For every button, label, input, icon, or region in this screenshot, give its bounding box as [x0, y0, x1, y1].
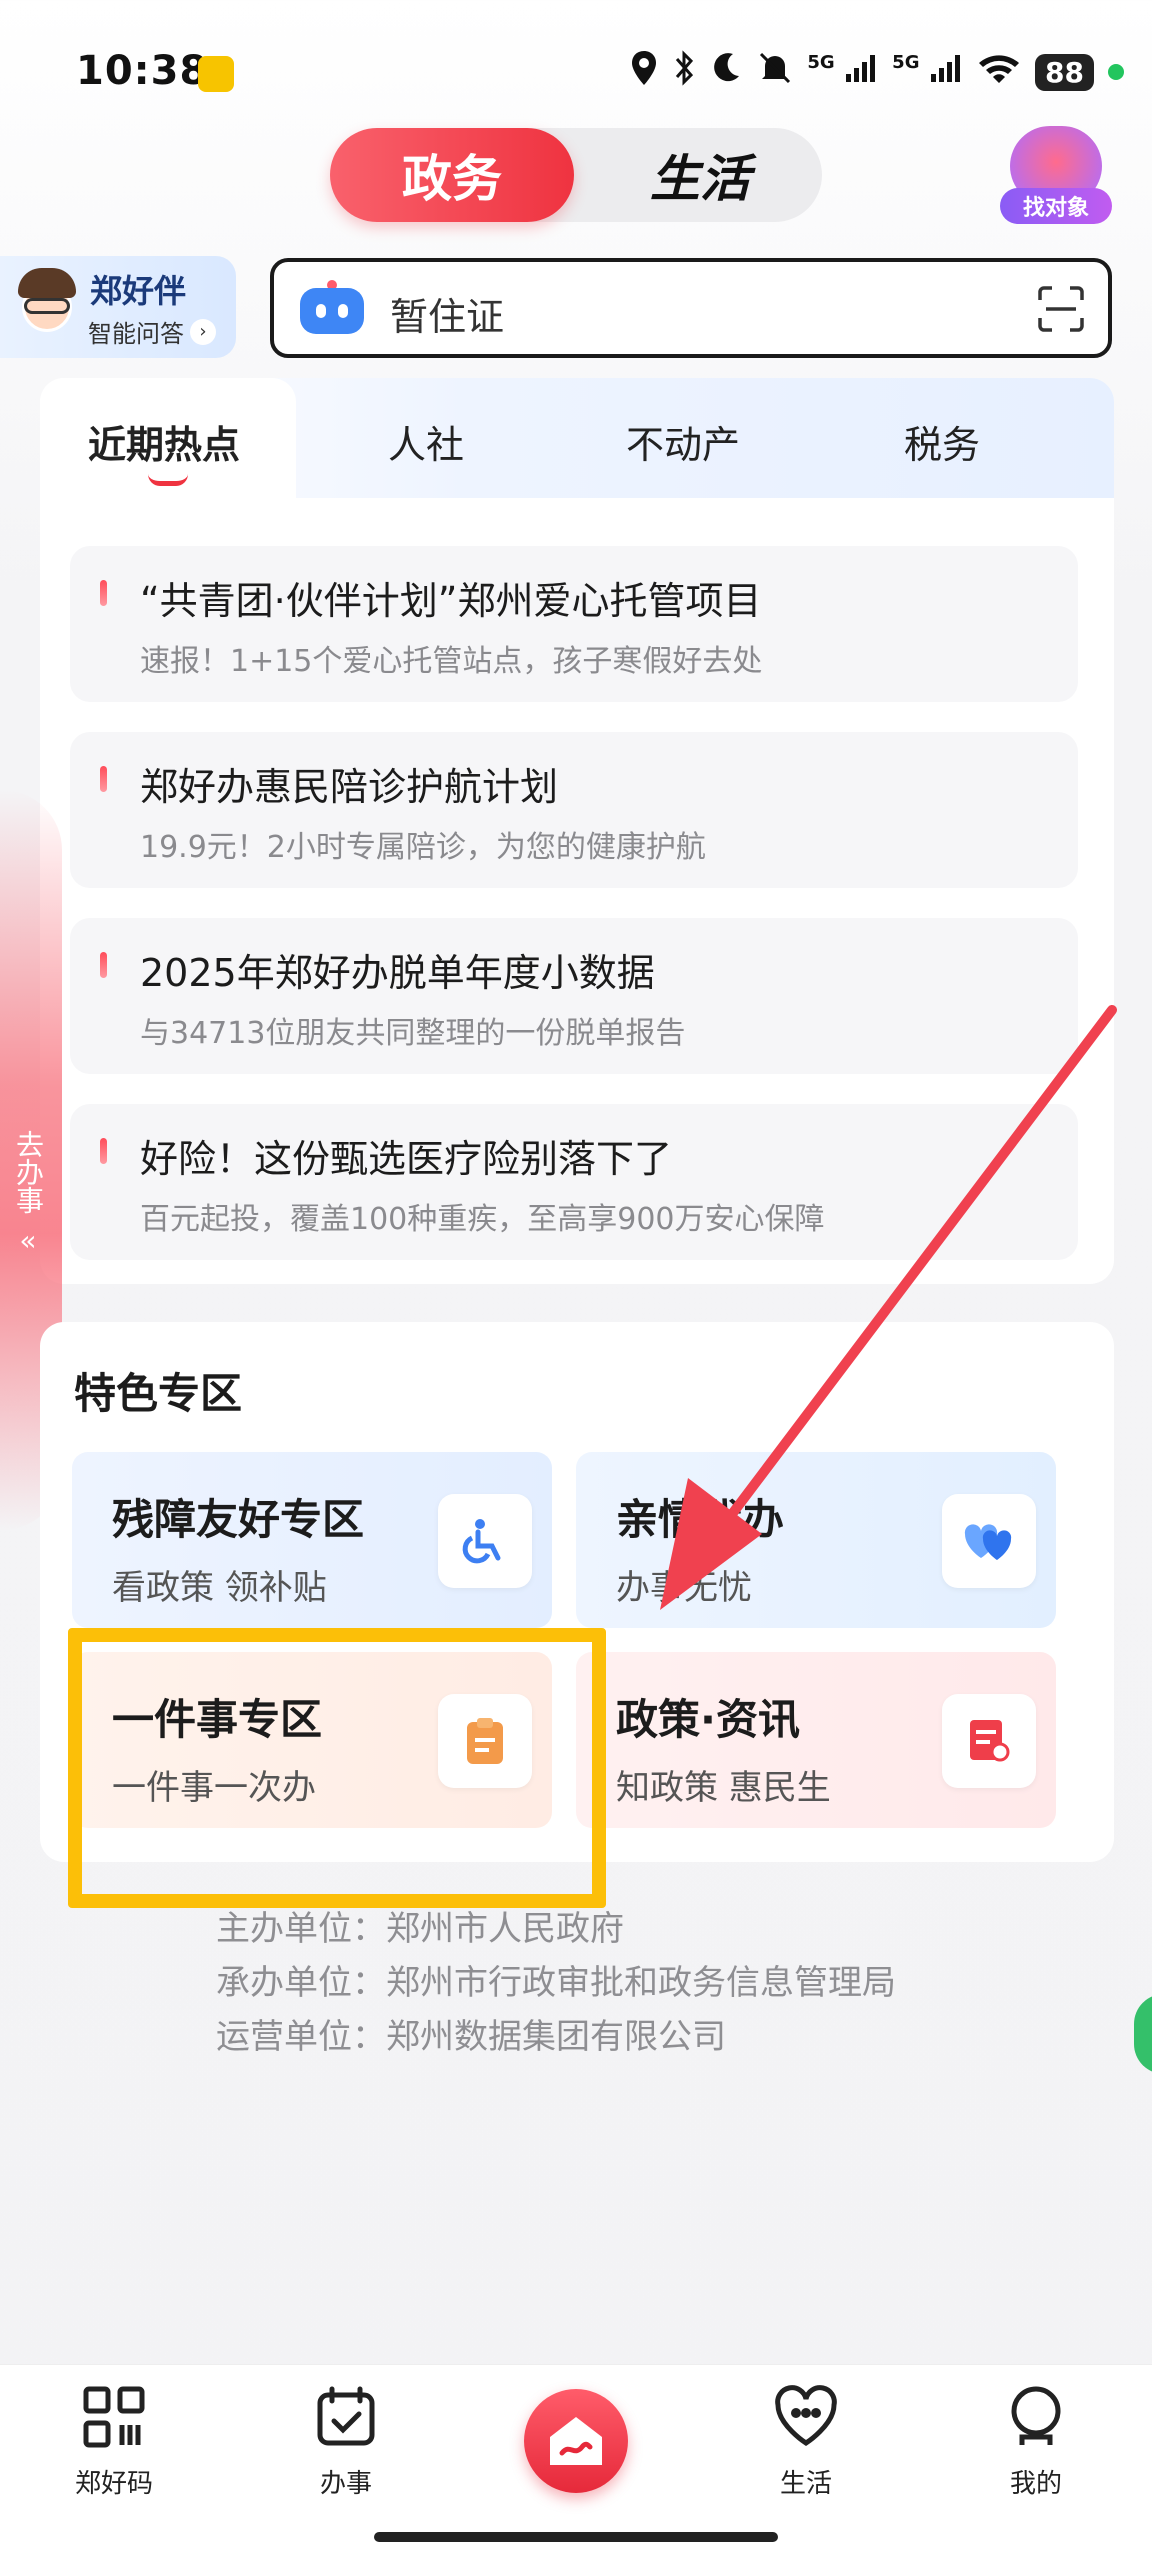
news-subtitle: 百元起投，覆盖100种重疾，至高享900万安心保障 — [140, 1202, 825, 1237]
news-marker — [100, 952, 107, 978]
hot-tabs: 近期热点 人社 不动产 税务 — [40, 378, 1114, 498]
nav-label: 郑好码 — [74, 2469, 153, 2499]
organizer-line: 运营单位：郑州数据集团有限公司 — [216, 2017, 726, 2057]
news-marker — [100, 766, 107, 792]
nav-item-mine[interactable]: 我的 — [976, 2385, 1096, 2505]
nav-label: 办事 — [319, 2469, 372, 2499]
tile-subtitle: 知政策 惠民生 — [616, 1768, 831, 1808]
floating-button[interactable] — [1134, 1994, 1152, 2074]
tile-title: 政策·资讯 — [616, 1695, 800, 1744]
hearts-icon — [942, 1494, 1036, 1588]
organizer-line: 主办单位：郑州市人民政府 — [216, 1909, 624, 1949]
tile-policy-news[interactable]: 政策·资讯 知政策 惠民生 — [576, 1652, 1056, 1828]
wheelchair-icon — [438, 1494, 532, 1588]
notification-app-icon — [198, 56, 234, 92]
tile-family-proxy[interactable]: 亲情代办 办事无忧 — [576, 1452, 1056, 1628]
assistant-avatar — [12, 264, 80, 348]
tile-title: 一件事专区 — [112, 1695, 323, 1744]
nav-item-qrcode[interactable]: 郑好码 — [54, 2385, 174, 2505]
tile-title: 亲情代办 — [616, 1495, 785, 1544]
news-subtitle: 19.9元！2小时专属陪诊，为您的健康护航 — [140, 830, 706, 865]
user-icon — [1004, 2385, 1068, 2449]
tile-one-thing-zone[interactable]: 一件事专区 一件事一次办 — [72, 1652, 552, 1828]
find-partner-label: 找对象 — [1000, 188, 1112, 224]
tab-tax[interactable]: 税务 — [904, 414, 980, 469]
tile-subtitle: 看政策 领补贴 — [112, 1568, 327, 1608]
nav-label: 我的 — [1009, 2469, 1062, 2499]
nav-label: 生活 — [779, 2469, 832, 2499]
featured-zones-card: 特色专区 残障友好专区 看政策 领补贴 亲情代办 办事无忧 一件事专区 一件事一… — [40, 1322, 1114, 1862]
mute-icon — [757, 50, 793, 94]
privacy-dot — [1108, 64, 1124, 80]
news-marker — [100, 580, 107, 606]
side-tab-label: 去办事 « — [12, 1130, 45, 1257]
news-item[interactable]: 2025年郑好办脱单年度小数据 与34713位朋友共同整理的一份脱单报告 — [70, 918, 1078, 1074]
top-segmented-control: 政务 生活 — [330, 128, 822, 222]
certificate-icon — [942, 1694, 1036, 1788]
tab-social-security[interactable]: 人社 — [388, 414, 464, 469]
home-icon — [550, 2417, 602, 2465]
assistant-subtitle-text: 智能问答 — [88, 320, 184, 348]
bluetooth-icon — [673, 49, 697, 95]
news-item[interactable]: “共青团·伙伴计划”郑州爱心托管项目 速报！1+15个爱心托管站点，孩子寒假好去… — [70, 546, 1078, 702]
news-marker — [100, 1138, 107, 1164]
home-indicator — [374, 2532, 778, 2542]
robot-icon — [300, 280, 364, 338]
tab-government[interactable]: 政务 — [330, 128, 574, 222]
location-icon — [629, 49, 659, 95]
news-title: 好险！这份甄选医疗险别落下了 — [140, 1137, 673, 1181]
news-item[interactable]: 好险！这份甄选医疗险别落下了 百元起投，覆盖100种重疾，至高享900万安心保障 — [70, 1104, 1078, 1260]
assistant-name: 郑好伴 — [90, 272, 187, 310]
tile-disability-friendly[interactable]: 残障友好专区 看政策 领补贴 — [72, 1452, 552, 1628]
status-time: 10:38 — [76, 48, 209, 94]
scan-icon[interactable] — [1036, 284, 1086, 334]
moon-icon — [711, 50, 743, 94]
section-title: 特色专区 — [74, 1369, 243, 1418]
status-icons: 5G 5G 88 — [629, 48, 1124, 96]
battery-indicator: 88 — [1035, 53, 1094, 91]
news-title: 2025年郑好办脱单年度小数据 — [140, 951, 655, 995]
tab-life[interactable]: 生活 — [590, 128, 810, 222]
news-title: “共青团·伙伴计划”郑州爱心托管项目 — [140, 579, 762, 623]
tile-title: 残障友好专区 — [112, 1495, 365, 1544]
wifi-icon — [977, 51, 1021, 93]
assistant-subtitle: 智能问答 › — [88, 314, 216, 349]
hot-news-card: 近期热点 人社 不动产 税务 “共青团·伙伴计划”郑州爱心托管项目 速报！1+1… — [40, 378, 1114, 1284]
bottom-navigation: 郑好码 办事 生活 我的 — [0, 2364, 1152, 2560]
active-tab-indicator — [148, 474, 188, 486]
search-bar[interactable]: 暂住证 — [270, 258, 1112, 358]
tab-real-estate[interactable]: 不动产 — [626, 414, 740, 469]
qr-code-icon — [82, 2385, 146, 2449]
chevron-right-icon: › — [190, 318, 216, 345]
home-button[interactable] — [524, 2389, 628, 2493]
tile-subtitle: 办事无忧 — [616, 1568, 752, 1608]
organizer-info: 主办单位：郑州市人民政府 承办单位：郑州市行政审批和政务信息管理局 运营单位：郑… — [216, 1902, 896, 2064]
organizer-line: 承办单位：郑州市行政审批和政务信息管理局 — [216, 1963, 896, 2003]
search-input[interactable]: 暂住证 — [390, 286, 504, 341]
signal-5g-icon-1: 5G — [807, 52, 878, 92]
signal-5g-icon-2: 5G — [892, 52, 963, 92]
smart-assistant-button[interactable]: 郑好伴 智能问答 › — [0, 256, 236, 358]
nav-item-affairs[interactable]: 办事 — [286, 2385, 406, 2505]
clipboard-icon — [438, 1694, 532, 1788]
news-title: 郑好办惠民陪诊护航计划 — [140, 765, 559, 809]
find-partner-button[interactable]: 找对象 — [1000, 126, 1112, 226]
calendar-check-icon — [314, 2385, 378, 2449]
tile-subtitle: 一件事一次办 — [112, 1768, 316, 1808]
double-chevron-left-icon: « — [19, 1224, 37, 1257]
news-subtitle: 速报！1+15个爱心托管站点，孩子寒假好去处 — [140, 644, 763, 679]
news-item[interactable]: 郑好办惠民陪诊护航计划 19.9元！2小时专属陪诊，为您的健康护航 — [70, 732, 1078, 888]
news-subtitle: 与34713位朋友共同整理的一份脱单报告 — [140, 1016, 686, 1051]
tab-recent-hot[interactable]: 近期热点 — [88, 414, 240, 469]
heart-chat-icon — [774, 2385, 838, 2449]
nav-item-life[interactable]: 生活 — [746, 2385, 866, 2505]
